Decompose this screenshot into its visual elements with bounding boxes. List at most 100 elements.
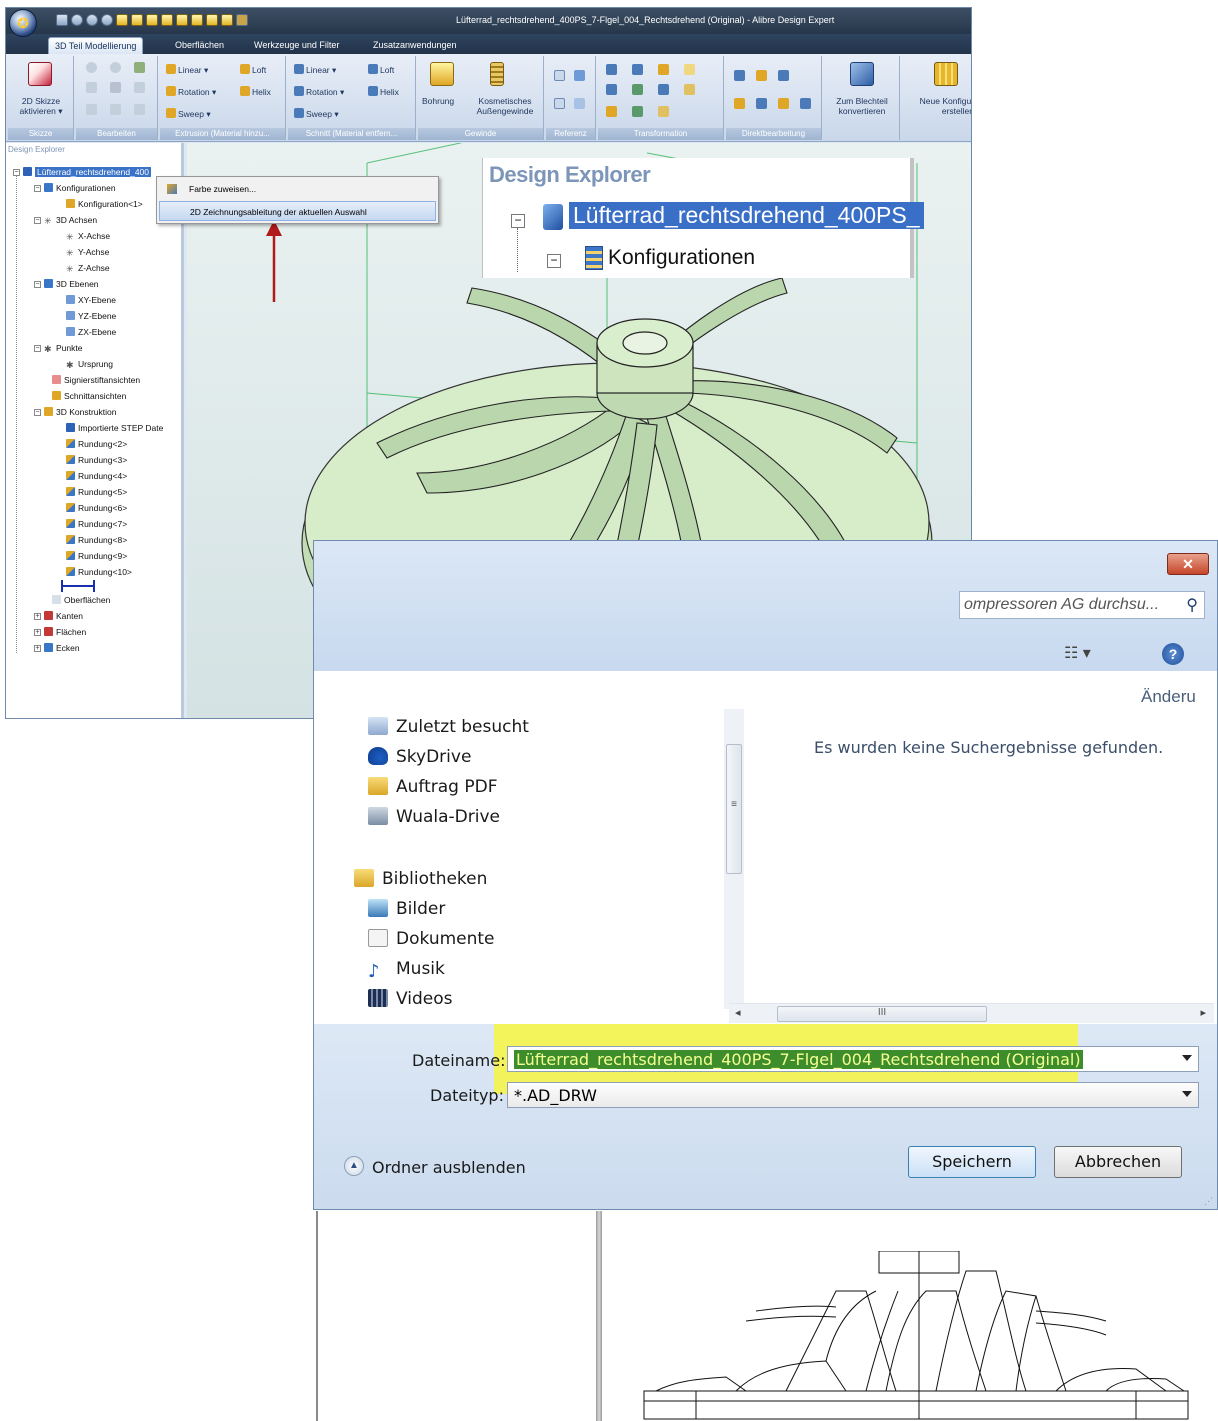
- transform-icon[interactable]: [606, 64, 617, 75]
- undo-icon[interactable]: [236, 14, 248, 26]
- part-icon[interactable]: [161, 14, 173, 26]
- circle-icon[interactable]: [71, 14, 83, 26]
- axis-icon[interactable]: [554, 70, 565, 81]
- paste-icon[interactable]: [110, 104, 121, 115]
- tree-item-3d-konstruktion[interactable]: 3D Konstruktion: [44, 407, 116, 418]
- tree-item-oberflaechen[interactable]: Oberflächen: [52, 595, 110, 606]
- close-button[interactable]: ✕: [1167, 553, 1209, 575]
- scrollbar-thumb[interactable]: ≡: [726, 744, 742, 874]
- nav-item-auftrag-pdf[interactable]: Auftrag PDF: [368, 777, 497, 797]
- tree-item-3d-achsen[interactable]: ✳ 3D Achsen: [44, 215, 97, 226]
- tree-item-flaechen[interactable]: Flächen: [44, 627, 86, 638]
- part-icon[interactable]: [221, 14, 233, 26]
- extrude-sweep-button[interactable]: Sweep ▾: [166, 108, 211, 119]
- tree-item-konfigurationen[interactable]: Konfigurationen: [44, 183, 116, 194]
- direct-edit-icon[interactable]: [734, 70, 745, 81]
- save-icon[interactable]: [56, 14, 68, 26]
- zoom-inset-root-label[interactable]: Lüfterrad_rechtsdrehend_400PS_: [569, 202, 924, 229]
- nav-item-skydrive[interactable]: SkyDrive: [368, 747, 471, 767]
- tree-item-rundung[interactable]: Rundung<10>: [66, 567, 132, 578]
- collapse-toggle[interactable]: −: [34, 409, 41, 416]
- cancel-button[interactable]: Abbrechen: [1054, 1146, 1182, 1178]
- tree-item-signierstiftansichten[interactable]: Signierstiftansichten: [52, 375, 140, 386]
- collapse-toggle[interactable]: −: [34, 185, 41, 192]
- tree-item-rundung[interactable]: Rundung<4>: [66, 471, 127, 482]
- nav-item-bilder[interactable]: Bilder: [368, 899, 445, 919]
- application-menu-button[interactable]: ✪: [9, 9, 37, 37]
- part-icon[interactable]: [176, 14, 188, 26]
- expand-toggle[interactable]: +: [34, 613, 41, 620]
- quick-access-toolbar[interactable]: [56, 14, 248, 28]
- filetype-select[interactable]: *.AD_DRW: [507, 1082, 1199, 1108]
- copy-icon[interactable]: [86, 104, 97, 115]
- cut-linear-button[interactable]: Linear ▾: [294, 64, 336, 75]
- tab-oberflaechen[interactable]: Oberflächen: [169, 37, 230, 54]
- extrude-helix-button[interactable]: Helix: [240, 86, 271, 97]
- menu-item-2d-zeichnungsableitung[interactable]: 2D Zeichnungsableitung der aktuellen Aus…: [159, 201, 436, 221]
- part-icon[interactable]: [206, 14, 218, 26]
- tree-item-zx-ebene[interactable]: ZX-Ebene: [66, 327, 116, 338]
- tree-item-x-achse[interactable]: ✳ X-Achse: [66, 231, 110, 242]
- tree-item-konfiguration1[interactable]: Konfiguration<1>: [66, 199, 143, 210]
- collapse-toggle[interactable]: −: [34, 281, 41, 288]
- tree-item-z-achse[interactable]: ✳ Z-Achse: [66, 263, 110, 274]
- tree-item-ecken[interactable]: Ecken: [44, 643, 80, 654]
- tree-item-yz-ebene[interactable]: YZ-Ebene: [66, 311, 116, 322]
- collapse-toggle[interactable]: −: [511, 214, 525, 228]
- extrude-loft-button[interactable]: Loft: [240, 64, 266, 75]
- 2d-skizze-button[interactable]: 2D Skizze aktivieren ▾: [16, 96, 66, 116]
- direct-edit-icon[interactable]: [800, 98, 811, 109]
- circle-icon[interactable]: [86, 62, 97, 73]
- transform-icon[interactable]: [632, 64, 643, 75]
- tree-item-rundung[interactable]: Rundung<7>: [66, 519, 127, 530]
- tab-3d-teil-modellierung[interactable]: 3D Teil Modellierung: [48, 37, 144, 54]
- circle-icon[interactable]: [101, 14, 113, 26]
- help-button[interactable]: ?: [1162, 643, 1184, 665]
- search-icon[interactable]: ⚲: [1186, 595, 1198, 615]
- search-input[interactable]: ompressoren AG durchsu... ⚲: [959, 591, 1205, 619]
- extrude-rotation-button[interactable]: Rotation ▾: [166, 86, 216, 97]
- menu-item-farbe-zuweisen[interactable]: Farbe zuweisen...: [159, 179, 436, 199]
- plane-icon[interactable]: [574, 70, 585, 81]
- array-icon[interactable]: [632, 106, 643, 117]
- tree-root[interactable]: Lüfterrad_rechtsdrehend_400: [23, 167, 151, 178]
- collapse-toggle[interactable]: −: [13, 169, 20, 176]
- transform-icon[interactable]: [684, 64, 695, 75]
- tree-item-y-achse[interactable]: ✳ Y-Achse: [66, 247, 109, 258]
- cut-rotation-button[interactable]: Rotation ▾: [294, 86, 344, 97]
- part-icon[interactable]: [191, 14, 203, 26]
- clipboard-icon[interactable]: [134, 104, 145, 115]
- tab-werkzeuge-und-filter[interactable]: Werkzeuge und Filter: [248, 37, 345, 54]
- part-icon[interactable]: [146, 14, 158, 26]
- circle-icon[interactable]: [110, 62, 121, 73]
- kosmetisches-aussengewinde-button[interactable]: Kosmetisches Außengewinde: [470, 96, 540, 116]
- direct-edit-icon[interactable]: [756, 98, 767, 109]
- expand-toggle[interactable]: +: [34, 645, 41, 652]
- point-icon[interactable]: [554, 98, 565, 109]
- collapse-toggle[interactable]: −: [34, 345, 41, 352]
- nav-item-wuala-drive[interactable]: Wuala-Drive: [368, 807, 500, 827]
- tree-item-rundung[interactable]: Rundung<3>: [66, 455, 127, 466]
- zum-blechteil-button[interactable]: Zum Blechteil konvertieren: [828, 96, 896, 116]
- bohrung-button[interactable]: Bohrung: [422, 96, 454, 106]
- zoom-inset-konfigurationen[interactable]: Konfigurationen: [608, 246, 755, 270]
- nav-item-musik[interactable]: ♪ Musik: [368, 959, 445, 982]
- tree-item-rundung[interactable]: Rundung<6>: [66, 503, 127, 514]
- mirror-icon[interactable]: [632, 84, 643, 95]
- nav-item-zuletzt-besucht[interactable]: Zuletzt besucht: [368, 717, 529, 737]
- tree-item-xy-ebene[interactable]: XY-Ebene: [66, 295, 116, 306]
- tree-item-schnittansichten[interactable]: Schnittansichten: [52, 391, 126, 402]
- mirror-icon[interactable]: [606, 84, 617, 95]
- column-header-modified[interactable]: Änderu: [1141, 687, 1196, 707]
- array-icon[interactable]: [606, 106, 617, 117]
- navigation-scrollbar[interactable]: ≡: [724, 709, 744, 1009]
- cut-sweep-button[interactable]: Sweep ▾: [294, 108, 339, 119]
- chevron-down-icon[interactable]: [1182, 1091, 1192, 1097]
- neue-konfiguration-button[interactable]: Neue Konfigur erstellen: [904, 96, 971, 116]
- scrollbar-thumb[interactable]: III: [777, 1006, 987, 1022]
- scroll-right-arrow[interactable]: ▸: [1200, 1006, 1206, 1019]
- reference-icon[interactable]: [574, 98, 585, 109]
- direct-edit-icon[interactable]: [756, 70, 767, 81]
- horizontal-scrollbar[interactable]: ◂ III ▸: [729, 1003, 1214, 1023]
- ordner-ausblenden-button[interactable]: Ordner ausblenden: [372, 1158, 526, 1177]
